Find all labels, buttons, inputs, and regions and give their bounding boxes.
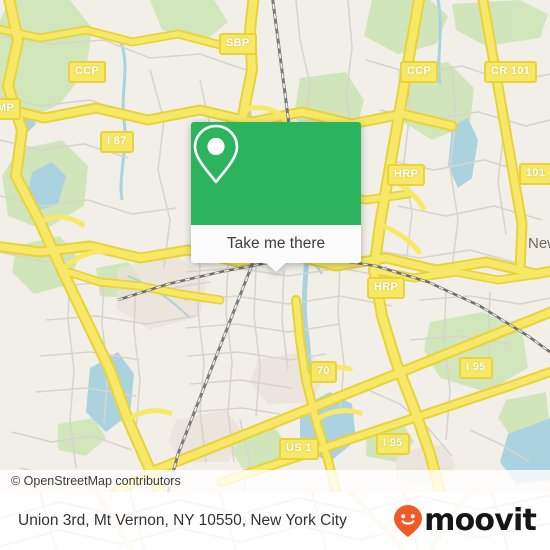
road-shield-hrp-north: HRP — [387, 164, 426, 186]
moovit-map-screenshot: SBP CCP CCP CR 101 MP I 87 HRP 101 HRP 7… — [0, 0, 550, 550]
take-me-there-button[interactable]: Take me there — [191, 225, 361, 263]
place-label-new-rochelle: New Rochelle — [528, 235, 550, 252]
road-shield-us-1: US 1 — [279, 438, 319, 460]
map-canvas[interactable]: SBP CCP CCP CR 101 MP I 87 HRP 101 HRP 7… — [0, 0, 550, 492]
road-shield-i-87: I 87 — [100, 131, 134, 153]
address-label: Union 3rd, Mt Vernon, NY 10550, New York… — [18, 512, 347, 529]
popup-tail — [265, 262, 287, 272]
road-shield-mp: MP — [0, 98, 22, 120]
moovit-logo[interactable]: moovit — [393, 503, 537, 538]
map-pin-icon — [193, 124, 239, 184]
road-shield-ccp-east: CCP — [400, 61, 439, 83]
road-shield-70: 70 — [310, 361, 337, 383]
road-shield-101: 101 — [519, 163, 550, 185]
take-me-there-label: Take me there — [226, 235, 326, 252]
moovit-smiley-pin-icon — [394, 505, 423, 537]
road-shield-i-95-south: I 95 — [376, 433, 410, 455]
road-shield-hrp-south: HRP — [367, 277, 406, 299]
popup-icon-area — [191, 122, 361, 225]
attribution-text: © OpenStreetMap contributors — [11, 474, 181, 488]
moovit-wordmark: moovit — [424, 503, 537, 538]
road-shield-cr-101: CR 101 — [484, 61, 538, 83]
footer-bar: Union 3rd, Mt Vernon, NY 10550, New York… — [0, 492, 550, 550]
road-shield-ccp-west: CCP — [68, 61, 107, 83]
road-shield-sbp: SBP — [219, 33, 257, 55]
location-popup-card[interactable]: Take me there — [191, 122, 361, 272]
road-shield-i-95-north: I 95 — [459, 357, 493, 379]
map-attribution[interactable]: © OpenStreetMap contributors — [0, 470, 550, 492]
